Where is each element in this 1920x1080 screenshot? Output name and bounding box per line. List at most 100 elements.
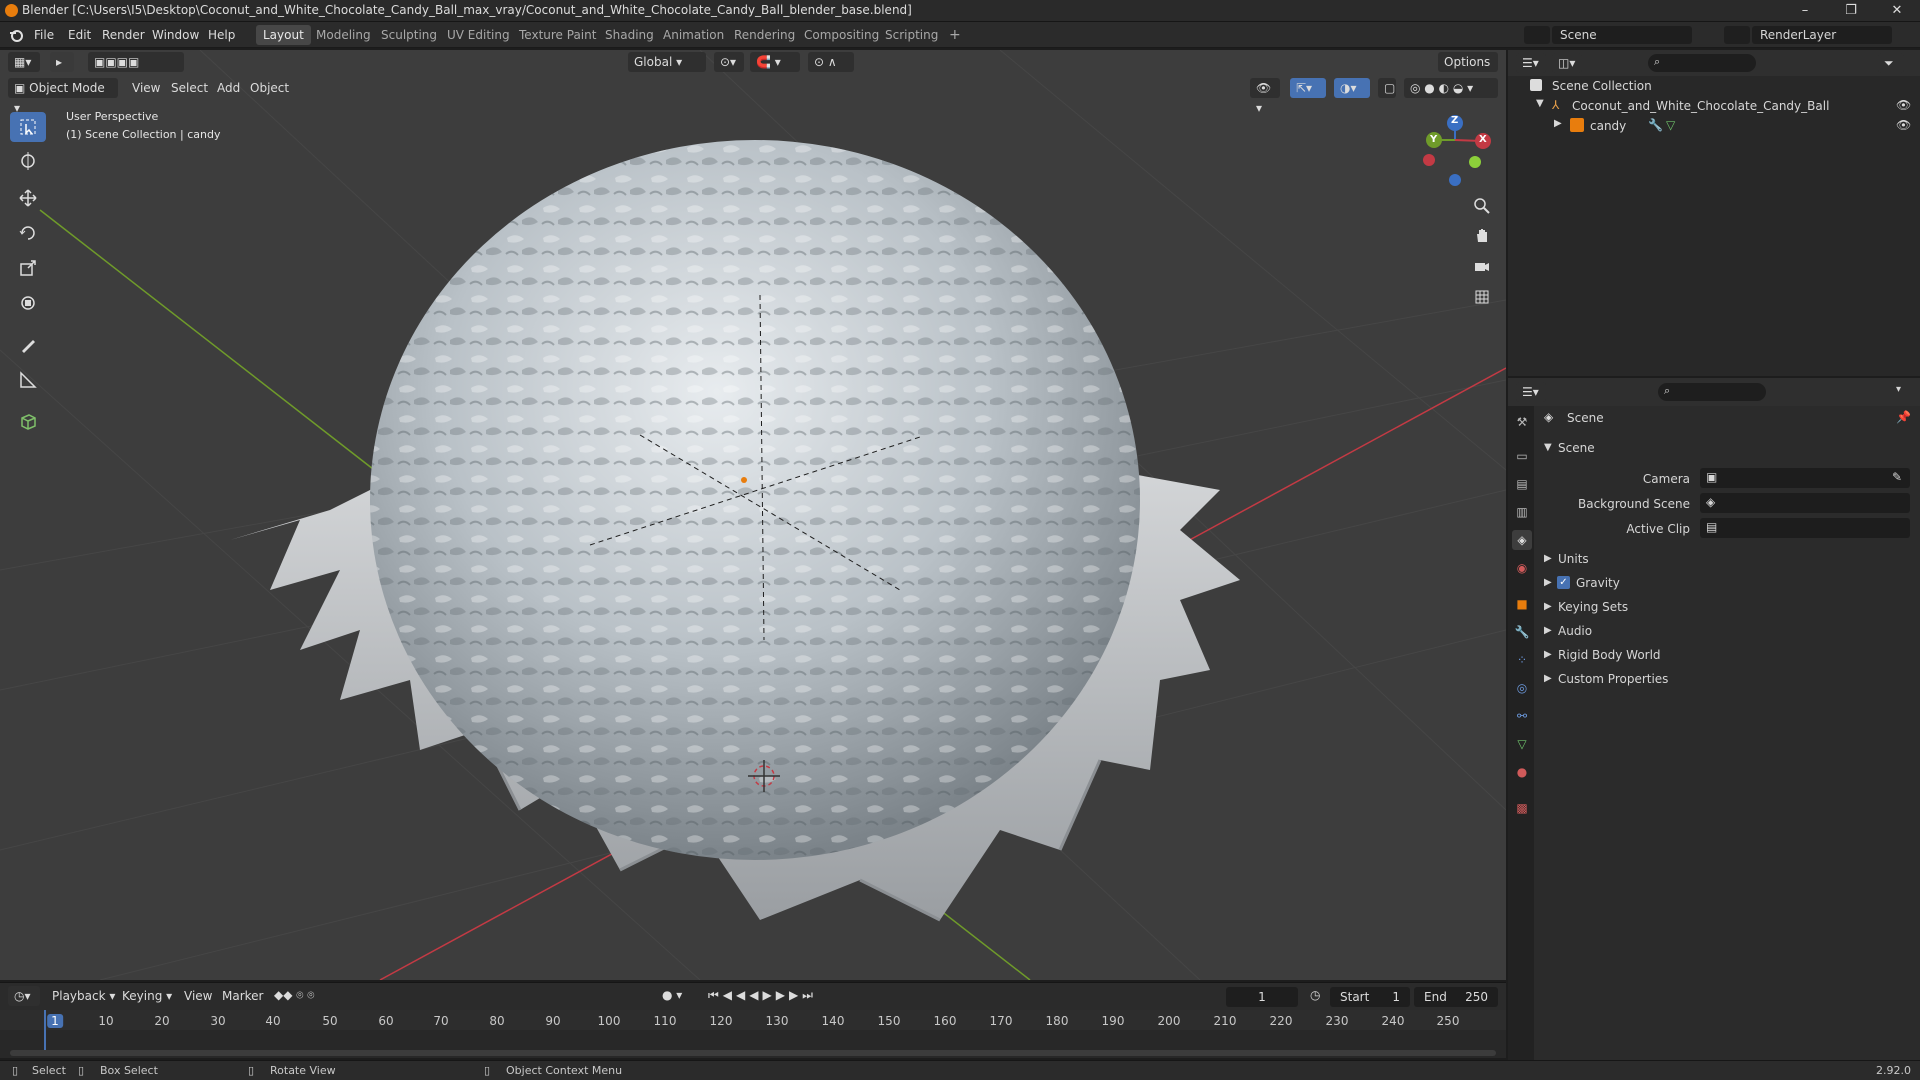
ortho-toggle-button[interactable] [1469,284,1495,310]
maximize-button[interactable]: ❐ [1828,0,1874,22]
expand-arrow-icon[interactable]: ▶ [1554,118,1562,129]
menu-render[interactable]: Render [102,28,145,42]
tab-view-layer[interactable]: ▥ [1512,502,1532,522]
expand-arrow-icon[interactable]: ▼ [1544,442,1552,453]
playback-controls[interactable]: ⏮◀◀◀▶▶▶⏭ [708,988,817,1003]
tab-particles[interactable]: ⁘ [1512,650,1532,670]
eyedropper-icon[interactable]: ✎ [1892,470,1902,484]
selection-modes[interactable]: ▣▣▣▣ [88,52,184,72]
panel-gravity[interactable]: Gravity [1576,576,1620,590]
tool-transform[interactable] [10,288,46,318]
tab-sculpting[interactable]: Sculpting [374,25,444,45]
panel-keying-sets[interactable]: Keying Sets [1558,600,1628,614]
tab-constraints[interactable]: ⚯ [1512,706,1532,726]
tool-measure[interactable] [10,365,46,395]
tab-tool[interactable]: ⚒ [1512,412,1532,432]
expand-arrow-icon[interactable]: ▶ [1544,673,1552,684]
panel-units[interactable]: Units [1558,552,1589,566]
tool-move[interactable] [10,183,46,213]
gizmo-toggle[interactable]: ⇱▾ [1290,78,1326,98]
chevron-down-icon[interactable]: ▾ [1896,384,1901,395]
3d-viewport[interactable]: Z X Y User Perspective (1) Scene Collect… [0,50,1506,980]
panel-audio[interactable]: Audio [1558,624,1592,638]
tool-cursor[interactable] [10,146,46,176]
tool-annotate[interactable] [10,330,46,360]
camera-field[interactable]: ▣ ✎ [1700,468,1910,488]
outliner-editor-type[interactable]: ☰▾ [1516,53,1546,73]
active-clip-field[interactable]: ▤ [1700,518,1910,538]
xray-toggle[interactable]: ▢ [1378,78,1396,98]
view-layer-icon[interactable] [1724,26,1750,44]
properties-search-input[interactable]: ⌕ [1658,383,1766,401]
scene-selector[interactable]: Scene [1552,26,1692,44]
tool-scale[interactable] [10,253,46,283]
properties-editor-type[interactable]: ☰▾ [1516,382,1546,402]
expand-arrow-icon[interactable]: ▶ [1544,625,1552,636]
transform-orientation-dropdown[interactable]: Global ▾ [628,52,706,72]
tab-layout[interactable]: Layout [256,25,311,45]
timeline-scrollbar[interactable] [10,1050,1496,1056]
keyframe-buttons[interactable]: ◆◆ ⌾ ⌾ [274,988,315,1003]
viewport-menu-view[interactable]: View [132,81,160,95]
timeline-menu-playback[interactable]: Playback ▾ [52,989,115,1003]
zoom-button[interactable] [1469,193,1495,219]
tab-object[interactable]: ■ [1512,594,1532,614]
overlay-toggle[interactable]: ◑▾ [1334,78,1370,98]
timeline-menu-marker[interactable]: Marker [222,989,263,1003]
minimize-button[interactable]: – [1782,0,1828,22]
tab-render[interactable]: ▭ [1512,446,1532,466]
expand-arrow-icon[interactable]: ▶ [1544,601,1552,612]
mode-dropdown[interactable]: ▣ Object Mode ▾ [8,78,118,115]
viewport-menu-object[interactable]: Object [250,81,289,95]
expand-arrow-icon[interactable]: ▶ [1544,553,1552,564]
tab-texture-paint[interactable]: Texture Paint [512,25,603,45]
snap-toggle[interactable]: 🧲 ▾ [750,52,800,72]
eye-icon[interactable]: 👁 [1896,118,1911,132]
outliner-search-input[interactable]: ⌕ [1648,54,1756,72]
tab-rendering[interactable]: Rendering [727,25,802,45]
record-button[interactable]: ● ▾ [662,988,682,1002]
current-frame-field[interactable]: 1 [1226,987,1298,1007]
tab-modeling[interactable]: Modeling [309,25,378,45]
panel-scene-header[interactable]: Scene [1558,441,1595,455]
view-layer-selector[interactable]: RenderLayer [1752,26,1892,44]
tool-rotate[interactable] [10,218,46,248]
tab-scripting[interactable]: Scripting [878,25,945,45]
select-mode-icon[interactable]: ▸ [50,52,74,72]
panel-rigid-body-world[interactable]: Rigid Body World [1558,648,1661,662]
tab-shading[interactable]: Shading [598,25,661,45]
blender-menu-icon[interactable] [8,27,24,43]
pivot-point-icon[interactable]: ⊙▾ [714,52,744,72]
viewport-menu-select[interactable]: Select [171,81,208,95]
mesh-data-icon[interactable]: ▽ [1666,118,1675,132]
camera-view-button[interactable] [1469,253,1495,279]
tab-uv-editing[interactable]: UV Editing [440,25,517,45]
tab-world[interactable]: ◉ [1512,558,1532,578]
close-button[interactable]: ✕ [1874,0,1920,22]
clock-icon[interactable]: ◷ [1310,988,1320,1002]
tab-material[interactable]: ● [1512,762,1532,782]
expand-arrow-icon[interactable]: ▶ [1544,649,1552,660]
panel-custom-properties[interactable]: Custom Properties [1558,672,1668,686]
pan-button[interactable] [1469,222,1495,248]
proportional-editing[interactable]: ⊙ ∧ [808,52,854,72]
playhead[interactable] [44,1010,46,1054]
menu-file[interactable]: File [34,28,54,42]
scene-type-icon[interactable] [1524,26,1550,44]
outliner-row-candy[interactable]: ▶ candy 🔧 ▽ 👁 [1508,116,1920,136]
menu-edit[interactable]: Edit [68,28,91,42]
options-dropdown[interactable]: Options ▾ [1438,52,1498,89]
background-scene-field[interactable]: ◈ [1700,493,1910,513]
expand-arrow-icon[interactable]: ▼ [1536,98,1544,109]
gravity-checkbox[interactable]: ✓ [1557,576,1570,589]
tab-modifiers[interactable]: 🔧 [1512,622,1532,642]
menu-help[interactable]: Help [208,28,235,42]
outliner-row-root[interactable]: Scene Collection [1508,76,1920,96]
eye-icon[interactable]: 👁 [1896,98,1911,112]
timeline-menu-keying[interactable]: Keying ▾ [122,989,172,1003]
visibility-icon[interactable]: 👁▾ [1250,78,1280,115]
viewport-menu-add[interactable]: Add [217,81,240,95]
object-origin[interactable] [741,477,747,483]
timeline-menu-view[interactable]: View [184,989,212,1003]
tab-output[interactable]: ▤ [1512,474,1532,494]
